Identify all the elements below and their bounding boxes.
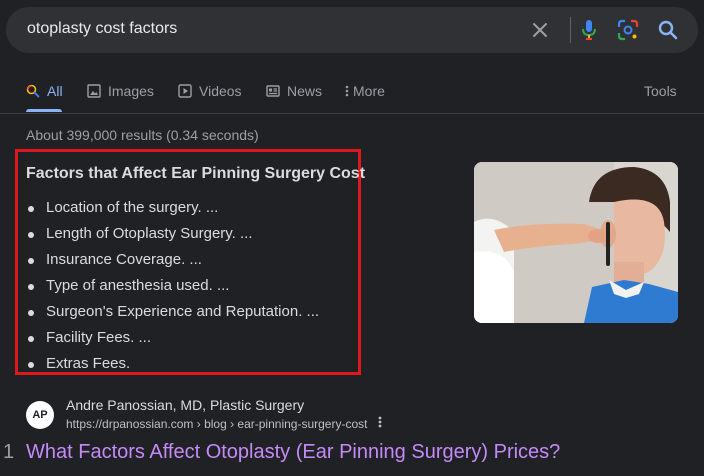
bullet-icon (28, 284, 34, 290)
snippet-photo[interactable] (474, 162, 678, 323)
list-item-text: Surgeon's Experience and Reputation. ... (46, 303, 320, 320)
list-item: Location of the surgery. ... (28, 198, 319, 224)
search-input[interactable]: otoplasty cost factors (27, 20, 177, 38)
bullet-icon (28, 232, 34, 238)
close-icon[interactable] (528, 18, 552, 42)
list-item: Facility Fees. ... (28, 328, 319, 354)
site-url[interactable]: https://drpanossian.com › blog › ear-pin… (66, 417, 367, 431)
news-icon (266, 84, 280, 98)
list-item-text: Insurance Coverage. ... (46, 251, 202, 268)
tools-button[interactable]: Tools (644, 82, 677, 100)
tab-label: Videos (199, 83, 242, 99)
tab-label: All (47, 83, 63, 99)
list-item: Type of anesthesia used. ... (28, 276, 319, 302)
tab-label: Images (108, 83, 154, 99)
result-number: 1 (3, 441, 15, 463)
lens-icon[interactable] (616, 18, 640, 42)
image-icon (87, 84, 101, 98)
tools-label: Tools (644, 83, 677, 99)
microphone-icon[interactable] (577, 18, 601, 42)
list-item: Insurance Coverage. ... (28, 250, 319, 276)
bullet-icon (28, 336, 34, 342)
list-item: Length of Otoplasty Surgery. ... (28, 224, 319, 250)
tab-videos[interactable]: Videos (178, 82, 242, 100)
search-bar[interactable]: otoplasty cost factors (6, 7, 698, 53)
snippet-list: Location of the surgery. ... Length of O… (28, 198, 319, 380)
tab-all[interactable]: All (26, 82, 63, 100)
result-title-link[interactable]: What Factors Affect Otoplasty (Ear Pinni… (26, 441, 560, 464)
search-divider (570, 17, 571, 43)
list-item: Surgeon's Experience and Reputation. ... (28, 302, 319, 328)
result-stats: About 399,000 results (0.34 seconds) (26, 127, 259, 143)
bullet-icon (28, 310, 34, 316)
list-item: Extras Fees. (28, 354, 319, 380)
result-more-icon[interactable] (378, 415, 382, 432)
list-item-text: Facility Fees. ... (46, 329, 152, 346)
bullet-icon (28, 362, 34, 368)
bullet-icon (28, 258, 34, 264)
tab-label: News (287, 83, 323, 99)
search-icon[interactable] (656, 18, 680, 42)
site-name[interactable]: Andre Panossian, MD, Plastic Surgery (66, 397, 304, 413)
list-item-text: Location of the surgery. ... (46, 199, 219, 216)
tabs-divider (0, 113, 704, 114)
bullet-icon (28, 206, 34, 212)
vertical-dots-icon (345, 84, 349, 98)
list-item-text: Length of Otoplasty Surgery. ... (46, 225, 253, 242)
tab-more[interactable]: More (345, 82, 385, 100)
snippet-title: Factors that Affect Ear Pinning Surgery … (26, 165, 366, 182)
search-icon (26, 84, 40, 98)
tab-images[interactable]: Images (87, 82, 154, 100)
list-item-text: Type of anesthesia used. ... (46, 277, 230, 294)
list-item-text: Extras Fees. (46, 355, 131, 372)
tab-label: More (353, 83, 385, 99)
active-tab-indicator (26, 109, 62, 112)
tab-news[interactable]: News (266, 82, 322, 100)
play-icon (178, 84, 192, 98)
site-favicon[interactable]: AP (26, 401, 54, 429)
search-tabs: All Images Videos News More Tools (0, 82, 704, 114)
